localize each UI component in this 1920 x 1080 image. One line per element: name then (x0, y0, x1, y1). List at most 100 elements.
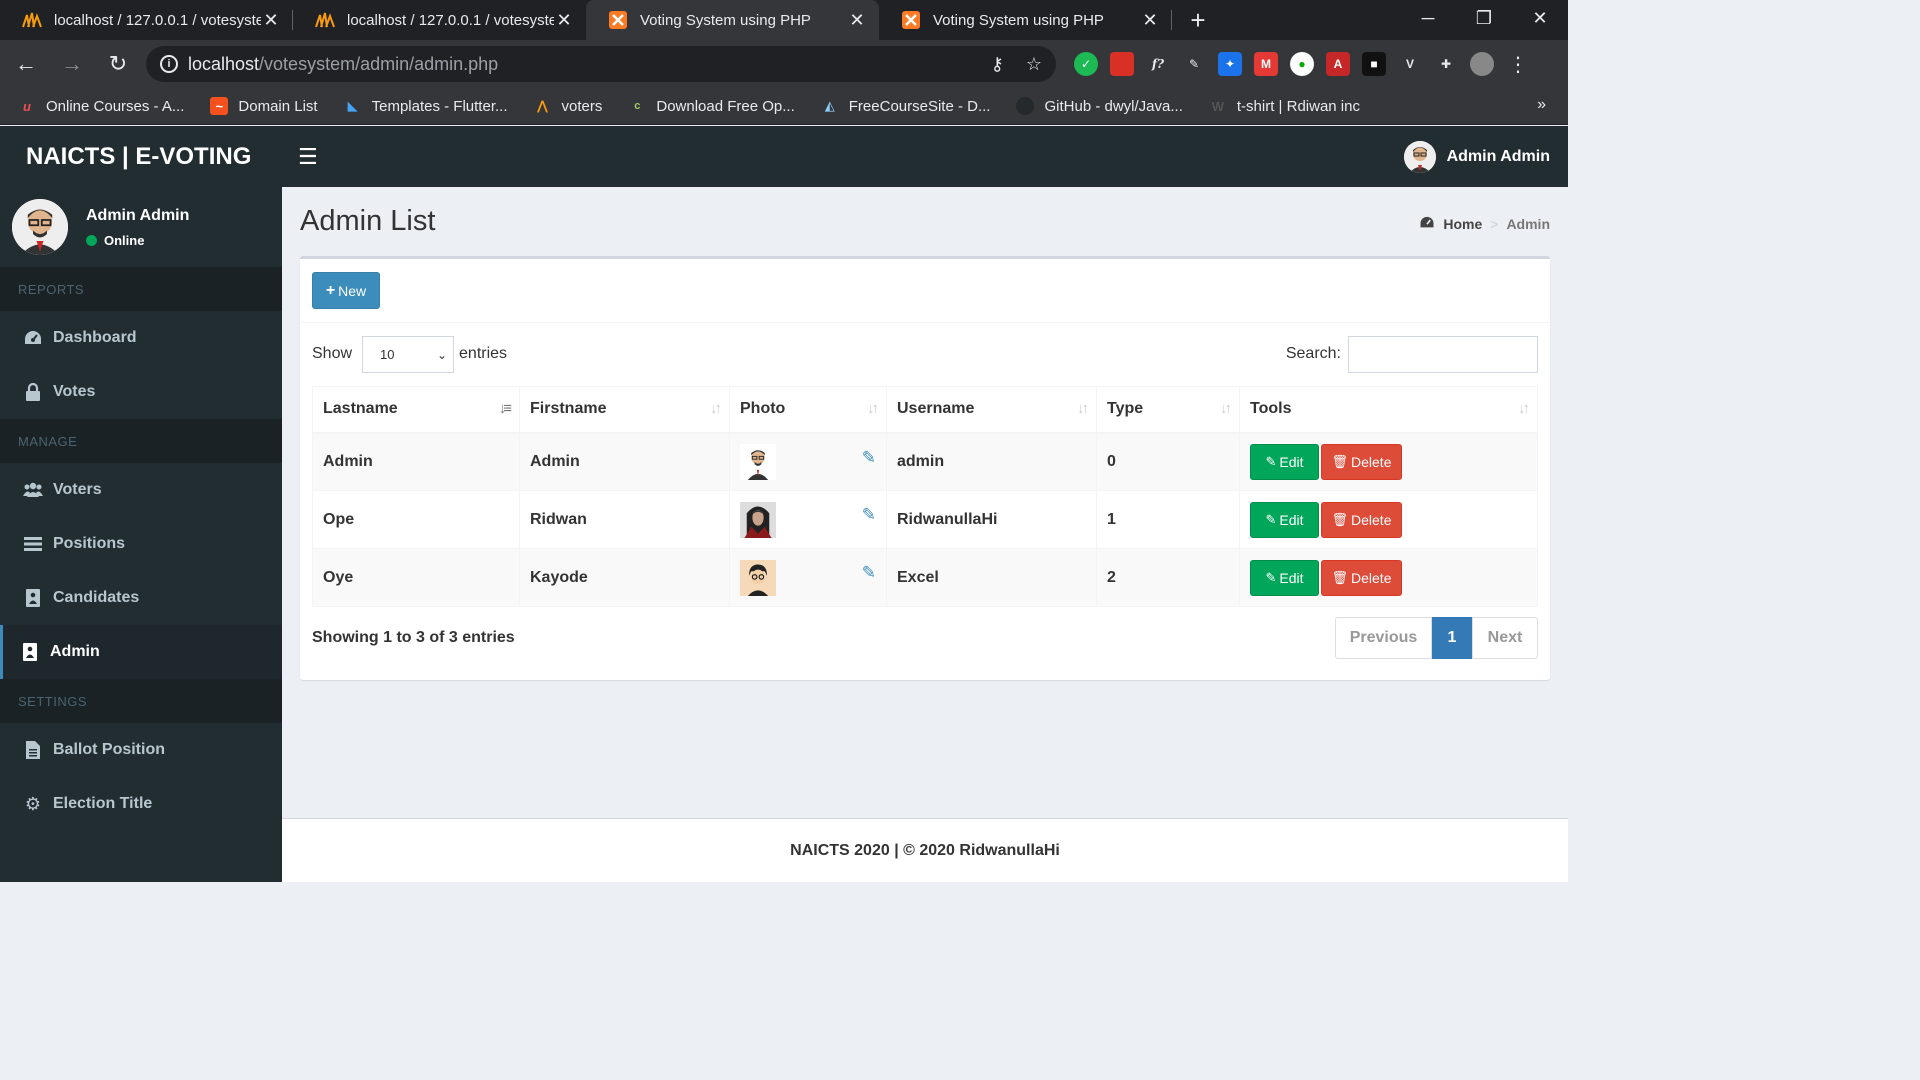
red-extension-icon[interactable] (1110, 52, 1134, 76)
bookmark-item[interactable]: u Online Courses - A... (18, 97, 184, 115)
sidebar-item-label: Candidates (53, 589, 140, 606)
back-icon[interactable]: ← (6, 44, 46, 84)
url-host: localhost (188, 53, 260, 74)
key-icon[interactable]: ⚷ (991, 54, 1004, 75)
bookmark-item[interactable]: ~ Domain List (210, 97, 318, 115)
app-header: NAICTS | E-VOTING ☰ Admin Admin (0, 126, 1568, 187)
bookmark-item[interactable]: GitHub - dwyl/Java... (1016, 97, 1183, 115)
edit-photo-icon[interactable]: ✎ (862, 563, 876, 583)
close-icon[interactable]: ✕ (261, 10, 281, 31)
browser-tab[interactable]: localhost / 127.0.0.1 / votesystem ✕ (0, 0, 293, 40)
edit-button[interactable]: ✎ Edit (1250, 559, 1319, 596)
cell-photo: ✎ (729, 432, 887, 491)
formula-extension-icon[interactable]: f? (1146, 52, 1170, 76)
pen-extension-icon[interactable]: ✎ (1182, 52, 1206, 76)
previous-page-button[interactable]: Previous (1335, 617, 1432, 659)
profile-avatar[interactable] (1470, 52, 1494, 76)
puzzle-icon[interactable]: ✚ (1434, 52, 1458, 76)
chevron-down-icon: ⌄ (436, 347, 448, 362)
more-bookmarks-icon[interactable]: » (1537, 96, 1546, 114)
sidebar-item-votes[interactable]: Votes (0, 365, 282, 419)
close-icon[interactable]: ✕ (1140, 10, 1160, 31)
address-bar[interactable]: i localhost/votesystem/admin/admin.php ⚷… (146, 46, 1056, 82)
sidebar-item-label: Admin (50, 643, 100, 660)
tab-title: localhost / 127.0.0.1 / votesystem (347, 11, 554, 29)
plus-icon: + (325, 281, 336, 299)
mendeley-extension-icon[interactable]: M (1254, 52, 1278, 76)
search-input[interactable] (1348, 335, 1538, 373)
column-header-lastname[interactable]: Lastname ↓≡ (312, 386, 520, 434)
sidebar: Admin Admin Online REPORTS Dashboard Vot… (0, 187, 282, 882)
close-window-icon[interactable]: ✕ (1512, 0, 1568, 36)
bookmark-item[interactable]: ◭ FreeCourseSite - D... (821, 97, 991, 115)
column-header-username[interactable]: Username ↓↑ (886, 386, 1097, 434)
delete-button[interactable]: 🗑 Delete (1321, 501, 1402, 538)
cell-photo: ✎ (729, 490, 887, 549)
bookmark-item[interactable]: ◣ Templates - Flutter... (344, 97, 508, 115)
user-menu[interactable]: Admin Admin (1403, 140, 1568, 173)
delete-button[interactable]: 🗑 Delete (1321, 443, 1402, 480)
bookmark-item[interactable]: ⋀ voters (534, 97, 602, 115)
page-1-button[interactable]: 1 (1432, 617, 1472, 659)
main-content: Admin List Home > Admin + New Show 10 ⌄ e… (282, 187, 1568, 818)
cell-type: 0 (1096, 432, 1240, 491)
close-icon[interactable]: ✕ (847, 10, 867, 31)
reload-icon[interactable]: ↻ (98, 44, 138, 84)
check-extension-icon[interactable]: ✓ (1074, 52, 1098, 76)
minimize-icon[interactable]: ─ (1400, 0, 1456, 36)
column-header-tools[interactable]: Tools ↓↑ (1239, 386, 1538, 434)
edit-photo-icon[interactable]: ✎ (862, 505, 876, 525)
cell-lastname: Oye (312, 548, 520, 607)
delete-button[interactable]: 🗑 Delete (1321, 559, 1402, 596)
breadcrumb-home-link[interactable]: Home (1443, 216, 1482, 232)
edit-button[interactable]: ✎ Edit (1250, 443, 1319, 480)
browser-tab[interactable]: Voting System using PHP ✕ (879, 0, 1172, 40)
sort-icon: ↓↑ (1077, 400, 1089, 417)
sidebar-item-ballot-position[interactable]: Ballot Position (0, 723, 282, 777)
restore-icon[interactable]: ❐ (1456, 0, 1512, 36)
forward-icon[interactable]: → (52, 44, 92, 84)
table-header-row: Lastname ↓≡ Firstname ↓↑ Photo ↓↑ Username ↓… (312, 386, 1538, 434)
tab-title: Voting System using PHP (640, 11, 811, 29)
column-header-photo[interactable]: Photo ↓↑ (729, 386, 887, 434)
pinwheel-extension-icon[interactable]: ✦ (1218, 52, 1242, 76)
sidebar-item-voters[interactable]: Voters (0, 463, 282, 517)
new-admin-button[interactable]: + New (312, 272, 380, 309)
v-extension-icon[interactable]: V (1398, 52, 1422, 76)
menu-icon[interactable]: ⋮ (1508, 52, 1528, 77)
browser-tab-active[interactable]: Voting System using PHP ✕ (586, 0, 879, 40)
bookmark-item[interactable]: c Download Free Op... (628, 97, 794, 115)
pdf-extension-icon[interactable]: A (1326, 52, 1350, 76)
bookmark-item[interactable]: Wt-shirt | Rdiwan inc (1209, 97, 1360, 115)
sidebar-item-dashboard[interactable]: Dashboard (0, 311, 282, 365)
sidebar-item-positions[interactable]: Positions (0, 517, 282, 571)
cell-firstname: Ridwan (519, 490, 730, 549)
box-header: + New (300, 259, 1550, 323)
sort-icon: ↓↑ (867, 400, 879, 417)
edit-photo-icon[interactable]: ✎ (862, 448, 876, 468)
close-icon[interactable]: ✕ (554, 10, 574, 31)
box-extension-icon[interactable]: ■ (1362, 52, 1386, 76)
lock-icon (23, 383, 43, 401)
sidebar-item-admin[interactable]: Admin (0, 625, 282, 679)
sort-icon: ↓↑ (1518, 400, 1530, 417)
dashboard-icon (23, 330, 43, 346)
udemy-icon: u (23, 98, 31, 114)
entries-select[interactable]: 10 ⌄ (362, 335, 455, 373)
edit-button[interactable]: ✎ Edit (1250, 501, 1319, 538)
hamburger-menu-icon[interactable]: ☰ (298, 144, 318, 170)
browser-tab[interactable]: localhost / 127.0.0.1 / votesystem ✕ (293, 0, 586, 40)
sidebar-item-candidates[interactable]: Candidates (0, 571, 282, 625)
next-page-button[interactable]: Next (1472, 617, 1538, 659)
status-badge: Online (86, 233, 189, 248)
column-header-type[interactable]: Type ↓↑ (1096, 386, 1240, 434)
star-icon[interactable]: ☆ (1026, 54, 1042, 75)
column-header-firstname[interactable]: Firstname ↓↑ (519, 386, 730, 434)
new-tab-button[interactable]: + (1178, 0, 1218, 40)
info-icon[interactable]: i (160, 55, 178, 73)
cell-firstname: Admin (519, 432, 730, 491)
cell-firstname: Kayode (519, 548, 730, 607)
app-logo[interactable]: NAICTS | E-VOTING (0, 143, 282, 171)
sidebar-item-election-title[interactable]: ⚙ Election Title (0, 777, 282, 831)
globe-extension-icon[interactable]: ● (1290, 52, 1314, 76)
